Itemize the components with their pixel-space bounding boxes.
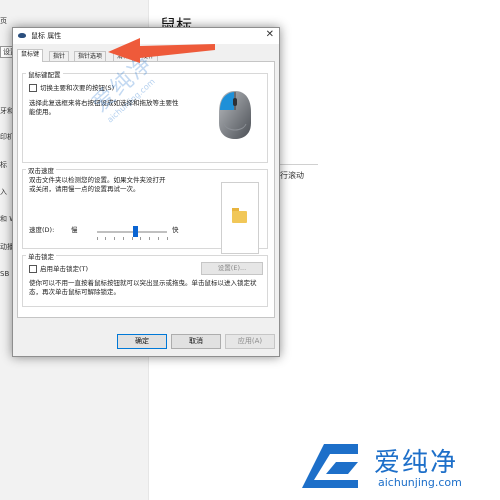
- slider-tick: [132, 237, 133, 240]
- fast-label: 快: [172, 226, 179, 234]
- clicklock-option[interactable]: 启用单击锁定(T): [29, 265, 88, 274]
- tab-buttons[interactable]: 鼠标键: [17, 49, 44, 62]
- double-click-speed-slider[interactable]: [97, 231, 167, 233]
- slider-tick: [123, 237, 124, 240]
- clicklock-label: 启用单击锁定(T): [40, 265, 89, 273]
- slider-tick: [97, 237, 98, 240]
- group-title: 鼠标键配置: [26, 69, 63, 79]
- sidebar-item-mouse[interactable]: 标: [0, 160, 7, 170]
- logo-url: aichunjing.com: [378, 476, 462, 489]
- double-click-speed-group: 双击速度 双击文件夹以检测您的设置。如果文件夹没打开或关闭，请用慢一点的设置再试…: [22, 165, 268, 254]
- slider-tick: [114, 237, 115, 240]
- double-click-description: 双击文件夹以检测您的设置。如果文件夹没打开或关闭，请用慢一点的设置再试一次。: [29, 176, 166, 193]
- slider-tick: [149, 237, 150, 240]
- folder-icon[interactable]: [232, 211, 247, 223]
- test-folder-area[interactable]: [221, 182, 259, 254]
- logo-icon: [302, 444, 358, 488]
- dialog-title: 鼠标 属性: [31, 32, 62, 40]
- slider-tick: [140, 237, 141, 240]
- close-button[interactable]: ✕: [266, 29, 274, 40]
- slider-thumb[interactable]: [133, 226, 138, 237]
- clicklock-description: 使你可以不用一直按着鼠标按钮就可以突出显示或拖曳。单击鼠标以进入锁定状态，再次单…: [29, 279, 257, 296]
- group-title: 单击锁定: [26, 251, 56, 261]
- slider-tick: [167, 237, 168, 240]
- mouse-icon: [18, 33, 26, 38]
- sidebar-item-usb[interactable]: SB: [0, 270, 9, 278]
- logo-text: 爱纯净: [374, 448, 459, 478]
- clicklock-settings-button[interactable]: 设置(E)...: [201, 262, 263, 275]
- cancel-button[interactable]: 取消: [171, 334, 221, 349]
- clicklock-checkbox[interactable]: [29, 265, 37, 273]
- sidebar-item-home[interactable]: 页: [0, 16, 7, 26]
- apply-button[interactable]: 应用(A): [225, 334, 275, 349]
- slider-tick: [105, 237, 106, 240]
- slider-tick: [158, 237, 159, 240]
- speed-label: 速度(D):: [29, 226, 55, 234]
- sidebar-item-input[interactable]: 入: [0, 187, 7, 197]
- switch-buttons-checkbox[interactable]: [29, 84, 37, 92]
- dialog-titlebar[interactable]: 鼠标 属性 ✕: [13, 28, 279, 44]
- clicklock-group: 单击锁定 启用单击锁定(T) 设置(E)... 使你可以不用一直按着鼠标按钮就可…: [22, 251, 268, 307]
- mouse-illustration-icon: [219, 91, 251, 139]
- ok-button[interactable]: 确定: [117, 334, 167, 349]
- group-title: 双击速度: [26, 165, 56, 175]
- slow-label: 慢: [71, 226, 78, 234]
- tab-panel: 鼠标键配置 切换主要和次要的按钮(S) 选择此复选框来将右按钮设成如选择和拖放等…: [17, 61, 275, 318]
